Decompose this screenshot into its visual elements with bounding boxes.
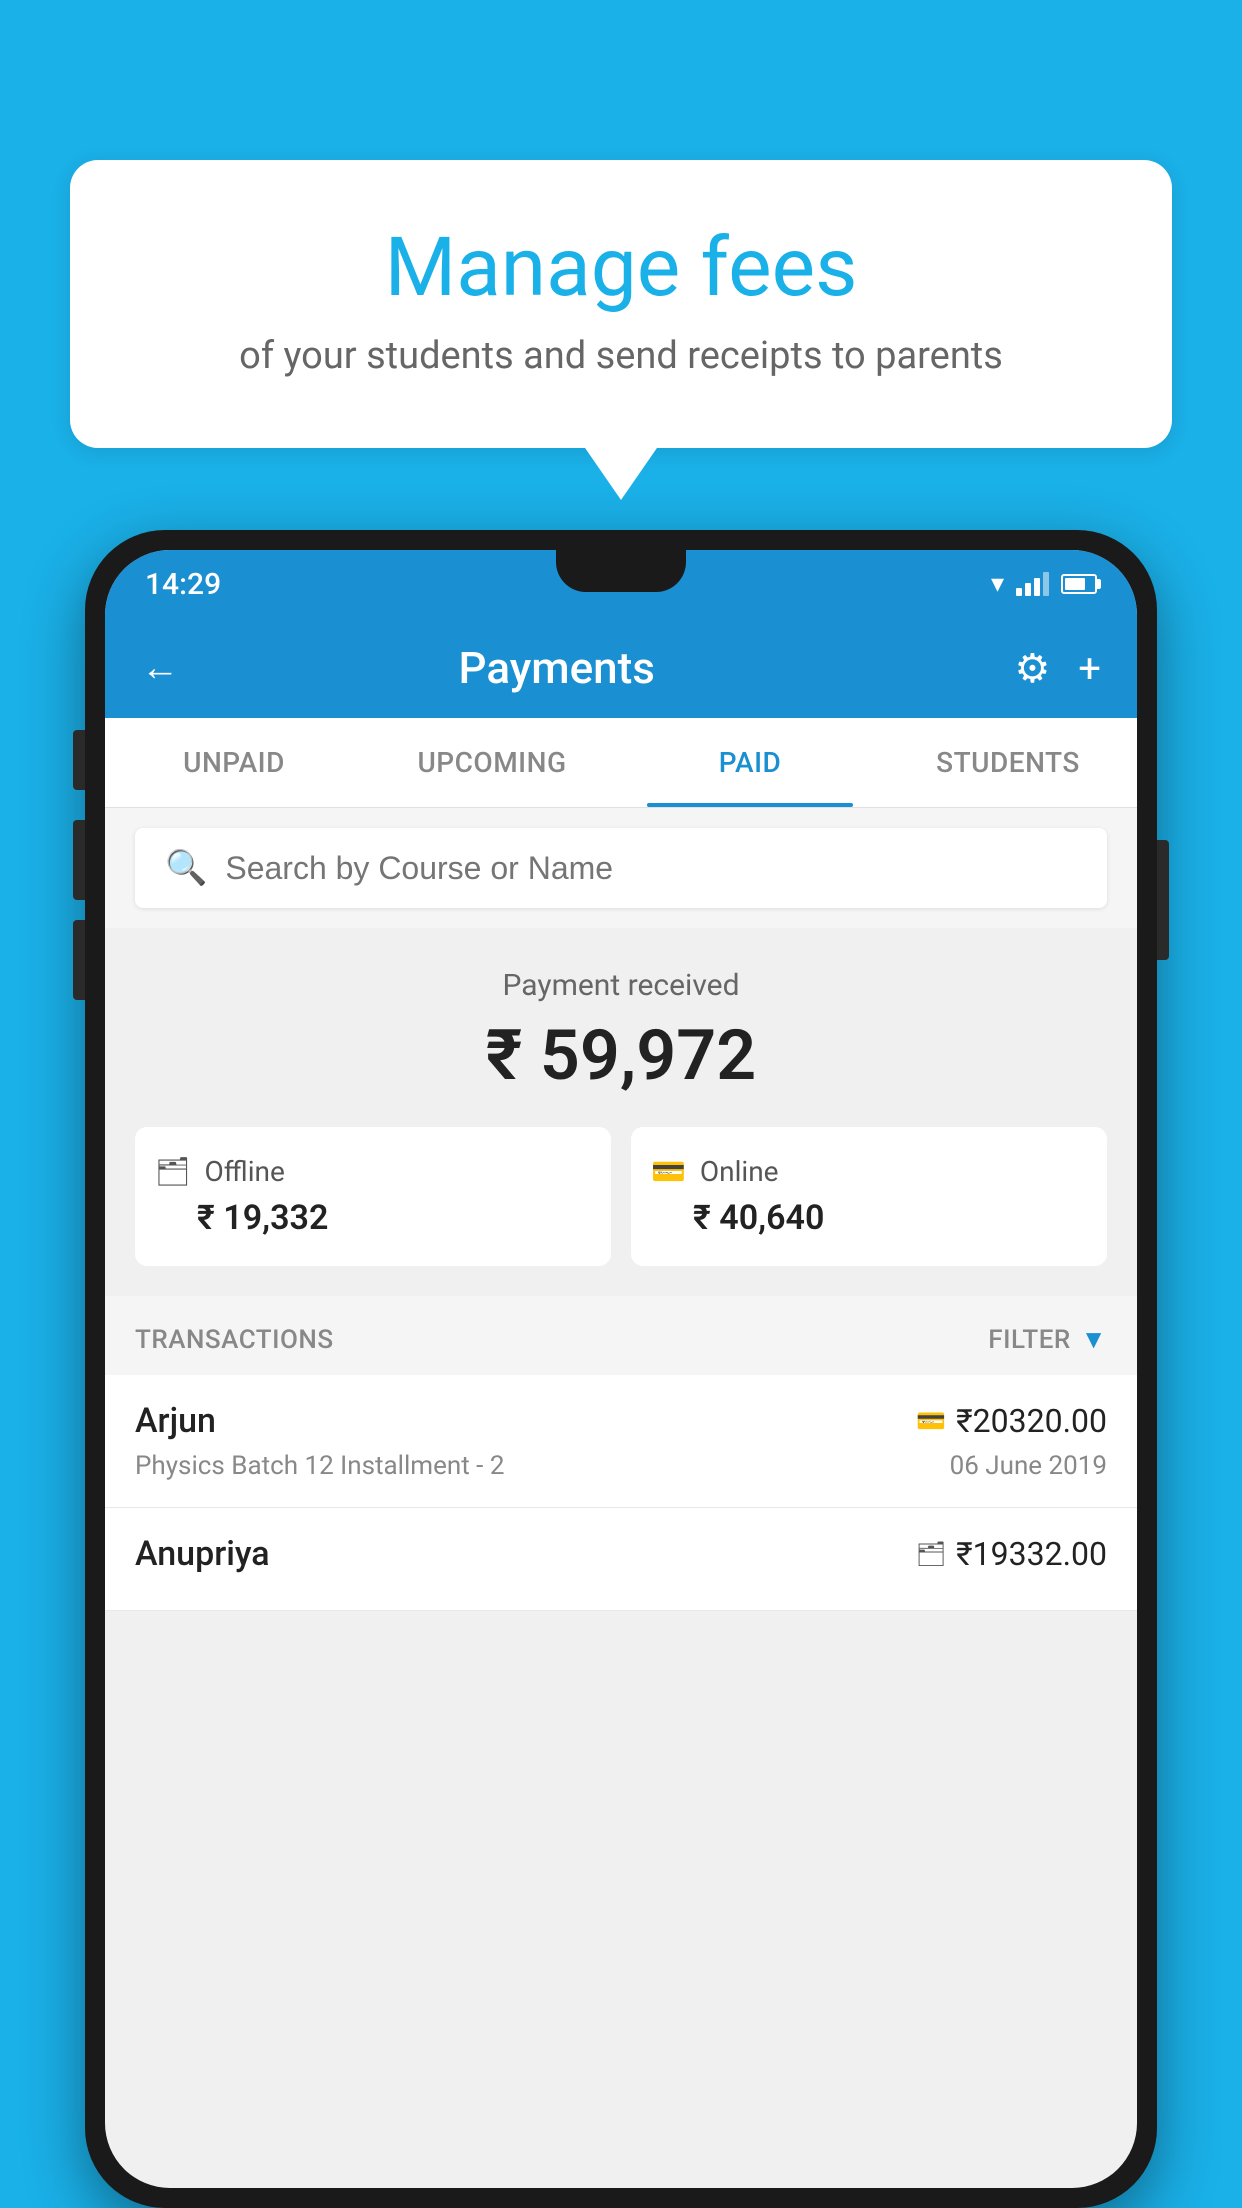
transaction-amount: ₹19332.00 [956,1535,1107,1573]
back-button[interactable]: ← [141,646,179,690]
header-icons: ⚙ + [1014,645,1101,692]
transaction-amount: ₹20320.00 [956,1402,1107,1440]
speech-bubble-container: Manage fees of your students and send re… [70,160,1172,448]
search-input[interactable] [225,850,1077,887]
app-header: ← Payments ⚙ + [105,618,1137,718]
manage-fees-title: Manage fees [140,220,1102,316]
transaction-amount-area: 🗂 ₹19332.00 [916,1535,1107,1573]
offline-amount: ₹ 19,332 [155,1198,591,1238]
search-bar: 🔍 [135,828,1107,908]
tab-paid[interactable]: PAID [621,718,879,807]
manage-fees-subtitle: of your students and send receipts to pa… [140,334,1102,378]
transaction-date: 06 June 2019 [950,1451,1107,1481]
offline-card: 🗂 Offline ₹ 19,332 [135,1127,611,1266]
online-payment-icon: 💳 [916,1407,946,1435]
transaction-item[interactable]: Arjun 💳 ₹20320.00 Physics Batch 12 Insta… [105,1375,1137,1508]
phone-notch [556,550,686,592]
wifi-icon: ▾ [991,569,1004,599]
tabs-bar: UNPAID UPCOMING PAID STUDENTS [105,718,1137,808]
online-label: Online [700,1155,779,1188]
filter-icon: ▼ [1081,1324,1107,1355]
filter-button[interactable]: FILTER ▼ [988,1324,1107,1355]
search-container: 🔍 [105,808,1137,928]
signal-icon [1016,572,1049,596]
add-icon[interactable]: + [1078,645,1101,692]
phone-device: 14:29 ▾ [85,530,1157,2208]
online-icon: 💳 [651,1155,686,1188]
transaction-name: Anupriya [135,1534,270,1574]
status-icons: ▾ [991,569,1097,599]
offline-payment-icon: 🗂 [916,1540,946,1568]
transaction-amount-area: 💳 ₹20320.00 [916,1402,1107,1440]
online-card: 💳 Online ₹ 40,640 [631,1127,1107,1266]
battery-icon [1061,574,1097,594]
status-time: 14:29 [145,567,221,602]
offline-label: Offline [205,1155,285,1188]
payment-cards: 🗂 Offline ₹ 19,332 💳 Online ₹ 40,640 [135,1127,1107,1266]
payment-total-amount: ₹ 59,972 [135,1015,1107,1097]
tab-upcoming[interactable]: UPCOMING [363,718,621,807]
transactions-label: TRANSACTIONS [135,1325,334,1355]
offline-icon: 🗂 [155,1155,191,1188]
transaction-course: Physics Batch 12 Installment - 2 [135,1451,504,1481]
tab-unpaid[interactable]: UNPAID [105,718,363,807]
payment-received-label: Payment received [135,968,1107,1003]
page-title: Payments [203,642,910,694]
payment-received-section: Payment received ₹ 59,972 🗂 Offline ₹ 19… [105,928,1137,1296]
transaction-name: Arjun [135,1401,216,1441]
settings-icon[interactable]: ⚙ [1014,645,1050,692]
transactions-header: TRANSACTIONS FILTER ▼ [105,1296,1137,1375]
speech-bubble: Manage fees of your students and send re… [70,160,1172,448]
transaction-item[interactable]: Anupriya 🗂 ₹19332.00 [105,1508,1137,1611]
search-icon: 🔍 [165,848,207,888]
online-amount: ₹ 40,640 [651,1198,1087,1238]
tab-students[interactable]: STUDENTS [879,718,1137,807]
phone-screen: 14:29 ▾ [105,550,1137,2188]
